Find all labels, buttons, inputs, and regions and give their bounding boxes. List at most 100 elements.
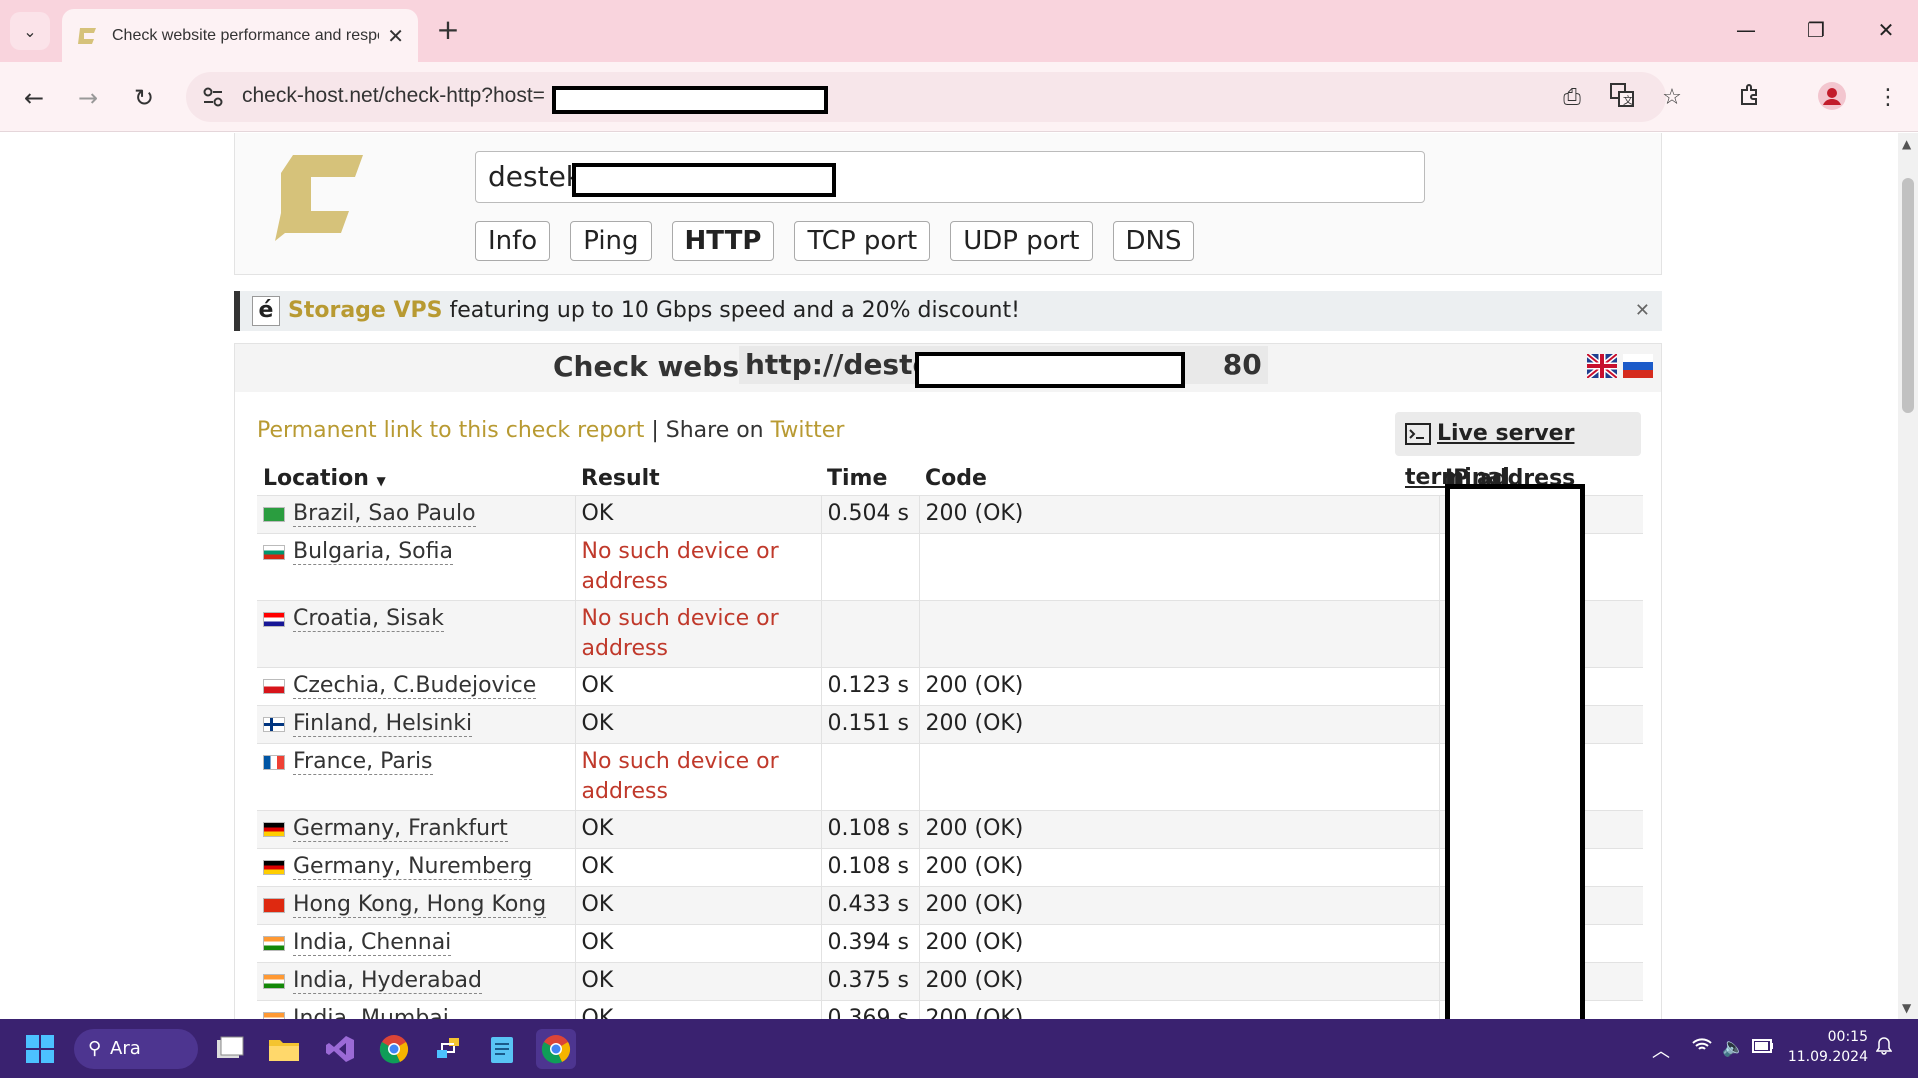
location-header[interactable]: Location ▼: [257, 462, 575, 496]
location-link[interactable]: Hong Kong, Hong Kong: [293, 892, 547, 918]
start-button[interactable]: [20, 1029, 60, 1069]
system-clock[interactable]: 00:15 11.09.2024: [1788, 1027, 1868, 1067]
time-cell: 0.369 s: [820, 1000, 919, 1019]
ad-text: featuring up to 10 Gbps speed and a 20% …: [442, 298, 1020, 323]
code-header: Code: [925, 466, 987, 491]
install-app-icon[interactable]: ⎙: [1556, 82, 1588, 114]
time-cell: 0.108 s: [820, 810, 919, 849]
country-flag-icon: [263, 973, 285, 989]
chrome-icon[interactable]: [374, 1029, 414, 1069]
table-row: Hong Kong, Hong Kong OK 0.433 s 200 (OK): [257, 886, 1643, 925]
ping-button[interactable]: Ping: [570, 221, 652, 261]
windows-logo-icon: [26, 1035, 54, 1063]
udp-port-button[interactable]: UDP port: [950, 221, 1093, 261]
info-button[interactable]: Info: [475, 221, 551, 261]
visual-studio-icon[interactable]: [320, 1029, 360, 1069]
restore-button[interactable]: ❐: [1796, 14, 1836, 46]
close-ad-icon[interactable]: ✕: [1635, 291, 1650, 331]
time-cell: 0.108 s: [820, 848, 919, 887]
code-cell: [918, 743, 1439, 811]
forward-button[interactable]: →: [70, 80, 106, 116]
close-tab-icon[interactable]: ✕: [387, 24, 404, 48]
country-flag-icon: [263, 611, 285, 627]
location-link[interactable]: Croatia, Sisak: [293, 606, 444, 632]
notepad-icon[interactable]: [482, 1029, 522, 1069]
page-scrollbar[interactable]: ▲ ▼: [1898, 133, 1918, 1019]
result-cell: No such device or address: [574, 743, 821, 811]
bookmark-star-icon[interactable]: ☆: [1656, 82, 1688, 114]
reload-button[interactable]: ↻: [126, 80, 162, 116]
scroll-down-icon[interactable]: ▼: [1902, 1001, 1911, 1015]
code-cell: 200 (OK): [918, 848, 1439, 887]
result-cell: OK: [574, 962, 821, 1001]
ad-banner[interactable]: é Storage VPS featuring up to 10 Gbps spe…: [234, 291, 1662, 331]
location-link[interactable]: Germany, Frankfurt: [293, 816, 508, 842]
location-cell: Germany, Frankfurt: [257, 810, 575, 849]
location-link[interactable]: India, Hyderabad: [293, 968, 482, 994]
location-link[interactable]: Czechia, C.Budejovice: [293, 673, 537, 699]
sort-indicator-icon: ▼: [376, 474, 386, 488]
tcp-port-button[interactable]: TCP port: [794, 221, 931, 261]
twitter-link[interactable]: Twitter: [771, 418, 845, 443]
translate-icon[interactable]: 文: [1606, 82, 1638, 114]
location-link[interactable]: Brazil, Sao Paulo: [293, 501, 476, 527]
location-cell: Hong Kong, Hong Kong: [257, 886, 575, 925]
dns-button[interactable]: DNS: [1112, 221, 1195, 261]
new-tab-button[interactable]: +: [432, 14, 464, 46]
location-link[interactable]: India, Mumbai: [293, 1006, 449, 1019]
browser-tab-bar: ⌄ Check website performance and respo ✕ …: [0, 0, 1918, 62]
address-bar[interactable]: check-host.net/check-http?host=: [186, 72, 1666, 122]
tab-search-button[interactable]: ⌄: [10, 12, 50, 50]
profile-avatar-icon[interactable]: [1816, 82, 1848, 114]
share-label: | Share on: [644, 418, 771, 443]
ad-highlight[interactable]: Storage VPS: [288, 298, 443, 323]
browser-menu-icon[interactable]: ⋮: [1872, 82, 1904, 114]
notification-bell-icon[interactable]: [1875, 1037, 1893, 1060]
browser-tab[interactable]: Check website performance and respo ✕: [62, 9, 418, 62]
windows-taskbar: ⚲ Ara ︿ 🔈 00:15 11.09.2024: [0, 1019, 1918, 1078]
permanent-link[interactable]: Permanent link to this check report: [257, 418, 644, 443]
location-cell: Germany, Nuremberg: [257, 848, 575, 887]
file-explorer-icon[interactable]: [264, 1029, 304, 1069]
taskbar-search[interactable]: ⚲ Ara: [74, 1029, 198, 1069]
location-link[interactable]: India, Chennai: [293, 930, 452, 956]
task-view-icon[interactable]: [210, 1029, 250, 1069]
location-link[interactable]: Germany, Nuremberg: [293, 854, 533, 880]
wifi-icon[interactable]: [1692, 1037, 1712, 1058]
location-link[interactable]: France, Paris: [293, 749, 433, 775]
volume-icon[interactable]: 🔈: [1722, 1037, 1744, 1058]
extensions-icon[interactable]: [1734, 82, 1766, 114]
english-flag-icon[interactable]: [1587, 354, 1617, 378]
chrome-active-icon[interactable]: [536, 1029, 576, 1069]
scroll-thumb[interactable]: [1902, 178, 1914, 413]
browser-toolbar: ← → ↻ check-host.net/check-http?host= ⎙ …: [0, 62, 1918, 132]
time-cell: 0.433 s: [820, 886, 919, 925]
check-host-logo[interactable]: [275, 155, 365, 241]
result-cell: OK: [574, 848, 821, 887]
table-row: Bulgaria, Sofia No such device or address: [257, 533, 1643, 601]
location-cell: India, Chennai: [257, 924, 575, 963]
code-cell: 200 (OK): [918, 667, 1439, 706]
location-link[interactable]: Finland, Helsinki: [293, 711, 473, 737]
location-link[interactable]: Bulgaria, Sofia: [293, 539, 453, 565]
country-flag-icon: [263, 859, 285, 875]
page-content: destek. Info Ping HTTP TCP port UDP port…: [0, 133, 1898, 1019]
code-cell: 200 (OK): [918, 962, 1439, 1001]
battery-icon[interactable]: [1752, 1037, 1774, 1058]
show-hidden-icons-icon[interactable]: ︿: [1652, 1037, 1670, 1063]
code-cell: [918, 600, 1439, 668]
site-info-icon[interactable]: [200, 84, 226, 110]
country-flag-icon: [263, 544, 285, 560]
live-terminal-button[interactable]: Live server terminal: [1395, 412, 1641, 490]
scroll-up-icon[interactable]: ▲: [1902, 137, 1911, 151]
minimize-button[interactable]: —: [1726, 14, 1766, 46]
country-flag-icon: [263, 821, 285, 837]
location-cell: India, Hyderabad: [257, 962, 575, 1001]
russian-flag-icon[interactable]: [1623, 354, 1653, 378]
http-button[interactable]: HTTP: [671, 221, 775, 261]
back-button[interactable]: ←: [16, 80, 52, 116]
location-cell: India, Mumbai: [257, 1000, 575, 1019]
network-app-icon[interactable]: [428, 1029, 468, 1069]
table-row: Croatia, Sisak No such device or address: [257, 600, 1643, 668]
close-window-button[interactable]: ✕: [1866, 14, 1906, 46]
